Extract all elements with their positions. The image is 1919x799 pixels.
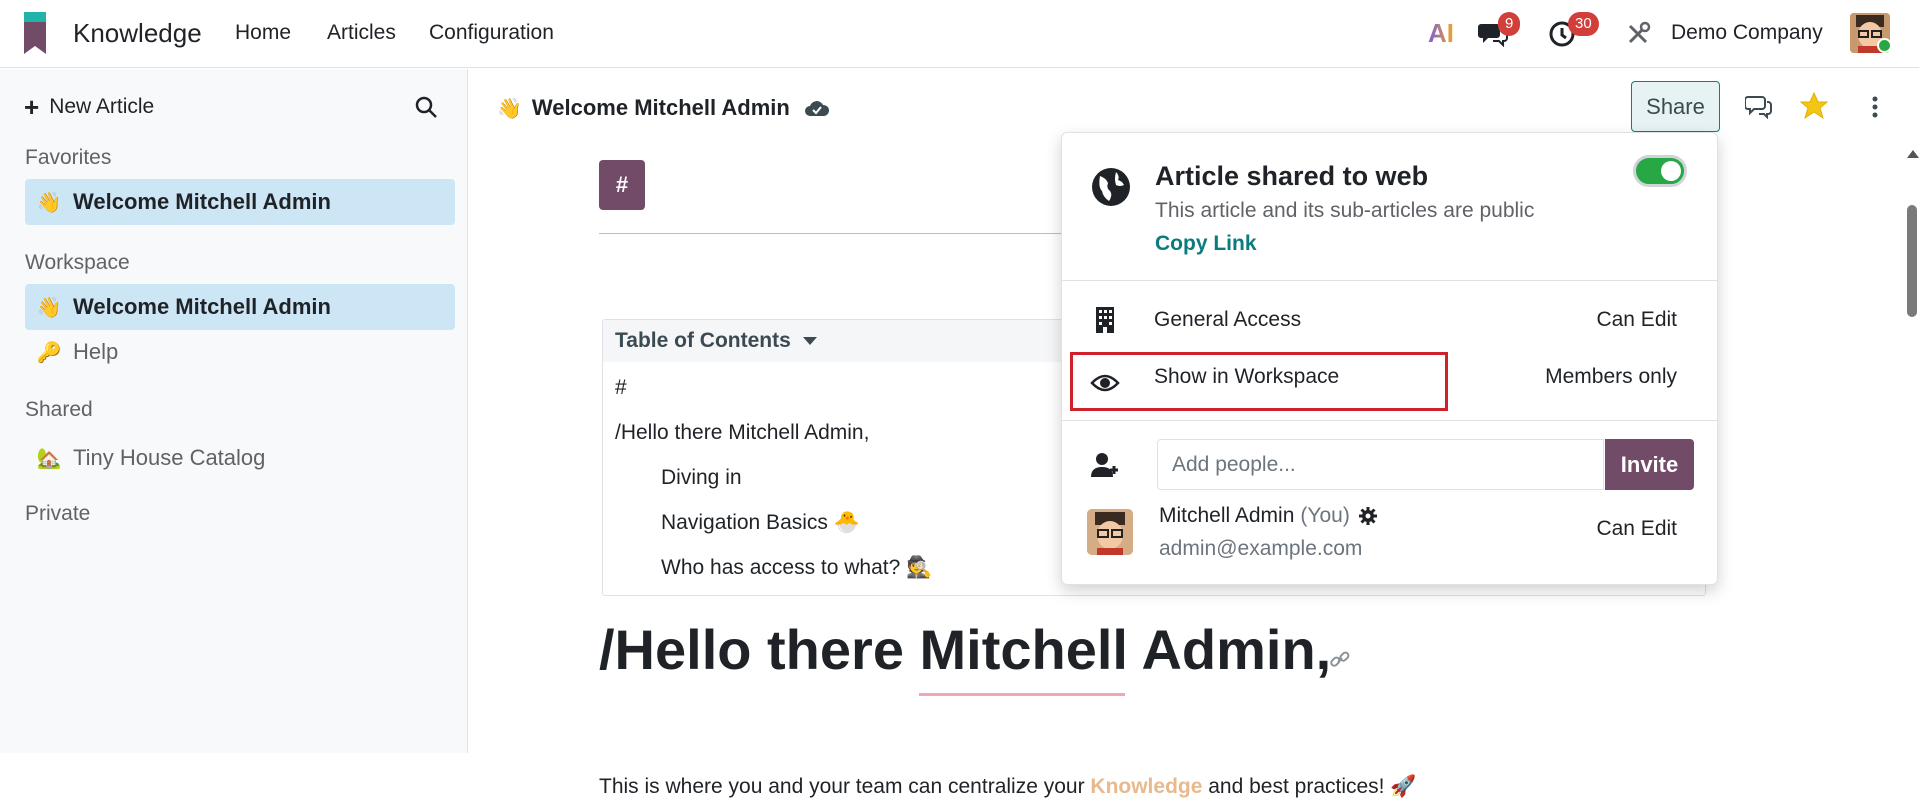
toc-item[interactable]: /Hello there Mitchell Admin, bbox=[615, 421, 869, 445]
toc-item[interactable]: Diving in bbox=[661, 466, 742, 490]
general-access-label: General Access bbox=[1154, 308, 1302, 331]
member-name: Mitchell Admin (You) bbox=[1159, 504, 1378, 528]
wave-icon: 👋 bbox=[36, 296, 62, 319]
popover-subtitle: This article and its sub-articles are pu… bbox=[1155, 199, 1535, 222]
section-private[interactable]: Private bbox=[25, 502, 90, 526]
new-article-label: New Article bbox=[49, 95, 155, 118]
general-access-select[interactable]: Can Edit bbox=[1596, 308, 1677, 332]
toc-header-label: Table of Contents bbox=[615, 329, 791, 352]
show-in-workspace-select[interactable]: Members only bbox=[1545, 365, 1677, 389]
activity-badge: 30 bbox=[1568, 12, 1599, 36]
new-article-button[interactable]: + New Article bbox=[24, 91, 155, 122]
app-name[interactable]: Knowledge bbox=[73, 18, 202, 49]
sidebar: + New Article Favorites 👋 Welcome Mitche… bbox=[0, 69, 468, 753]
article-breadcrumb: 👋 Welcome Mitchell Admin bbox=[497, 95, 830, 121]
favorite-star-icon[interactable] bbox=[1799, 91, 1829, 121]
link-icon[interactable] bbox=[1329, 649, 1351, 671]
scroll-up-arrow[interactable] bbox=[1907, 150, 1919, 158]
scrollbar-thumb[interactable] bbox=[1907, 205, 1917, 317]
workspace-item-help[interactable]: 🔑 Help bbox=[25, 329, 455, 375]
invite-button[interactable]: Invite bbox=[1605, 439, 1694, 490]
section-shared[interactable]: Shared bbox=[25, 398, 93, 422]
caret-down-icon bbox=[802, 337, 817, 345]
member-permission-select[interactable]: Can Edit bbox=[1596, 517, 1677, 541]
toggle-knob bbox=[1661, 161, 1681, 181]
share-to-web-toggle[interactable] bbox=[1633, 155, 1687, 187]
share-button[interactable]: Share bbox=[1631, 81, 1720, 132]
member-email: admin@example.com bbox=[1159, 537, 1363, 560]
workspace-item-label: Help bbox=[73, 339, 119, 364]
workspace-item-label: Welcome Mitchell Admin bbox=[73, 294, 331, 319]
favorite-item-label: Welcome Mitchell Admin bbox=[73, 189, 331, 214]
menu-articles[interactable]: Articles bbox=[327, 21, 396, 45]
highlight-annotation-box bbox=[1070, 352, 1448, 411]
messages-badge: 9 bbox=[1498, 12, 1521, 36]
add-people-input[interactable] bbox=[1157, 439, 1604, 490]
online-status-dot bbox=[1877, 38, 1892, 53]
cloud-saved-icon bbox=[804, 101, 829, 116]
toc-item[interactable]: # bbox=[615, 376, 627, 400]
comments-icon[interactable] bbox=[1745, 93, 1773, 119]
plus-icon: + bbox=[24, 91, 40, 122]
body-text-after: and best practices! 🚀 bbox=[1202, 775, 1417, 798]
top-navbar: Knowledge Home Articles Configuration AI… bbox=[0, 0, 1919, 68]
article-title[interactable]: Welcome Mitchell Admin bbox=[532, 95, 790, 121]
wave-icon: 👋 bbox=[36, 191, 62, 214]
section-favorites[interactable]: Favorites bbox=[25, 146, 111, 170]
tools-icon[interactable] bbox=[1624, 18, 1654, 48]
spellcheck-underline bbox=[919, 693, 1125, 696]
member-you-tag: (You) bbox=[1300, 504, 1350, 527]
toc-item[interactable]: Navigation Basics 🐣 bbox=[661, 511, 860, 535]
section-workspace[interactable]: Workspace bbox=[25, 251, 130, 275]
article-body[interactable]: This is where you and your team can cent… bbox=[599, 775, 1417, 799]
toc-item[interactable]: Who has access to what? 🕵️ bbox=[661, 556, 932, 580]
cover-hash-block[interactable]: # bbox=[599, 160, 645, 210]
popover-title: Article shared to web bbox=[1155, 161, 1429, 191]
building-icon bbox=[1096, 307, 1114, 333]
divider bbox=[1062, 420, 1717, 421]
house-icon: 🏡 bbox=[36, 447, 62, 470]
menu-configuration[interactable]: Configuration bbox=[429, 21, 554, 45]
body-text-before: This is where you and your team can cent… bbox=[599, 775, 1091, 798]
workspace-item-welcome[interactable]: 👋 Welcome Mitchell Admin bbox=[25, 284, 455, 330]
menu-home[interactable]: Home bbox=[235, 21, 291, 45]
ai-icon[interactable]: AI bbox=[1428, 18, 1454, 49]
globe-icon bbox=[1092, 168, 1130, 206]
knowledge-logo[interactable] bbox=[24, 12, 54, 54]
divider bbox=[1062, 280, 1717, 281]
gear-icon[interactable] bbox=[1358, 506, 1378, 526]
shared-item-tiny-house[interactable]: 🏡 Tiny House Catalog bbox=[25, 435, 455, 481]
shared-item-label: Tiny House Catalog bbox=[73, 445, 266, 470]
wave-icon: 👋 bbox=[497, 97, 522, 120]
article-heading[interactable]: /Hello there Mitchell Admin, bbox=[599, 617, 1331, 682]
copy-link-button[interactable]: Copy Link bbox=[1155, 232, 1257, 256]
company-switcher[interactable]: Demo Company bbox=[1671, 21, 1823, 45]
member-name-text: Mitchell Admin bbox=[1159, 504, 1295, 527]
member-avatar bbox=[1087, 509, 1133, 555]
add-user-icon bbox=[1091, 453, 1118, 477]
share-popover: Article shared to web This article and i… bbox=[1061, 132, 1718, 585]
search-icon[interactable] bbox=[414, 95, 438, 119]
favorite-item-welcome[interactable]: 👋 Welcome Mitchell Admin bbox=[25, 179, 455, 225]
more-options-icon[interactable] bbox=[1871, 95, 1879, 119]
knowledge-highlight: Knowledge bbox=[1090, 775, 1203, 798]
key-icon: 🔑 bbox=[36, 341, 62, 364]
